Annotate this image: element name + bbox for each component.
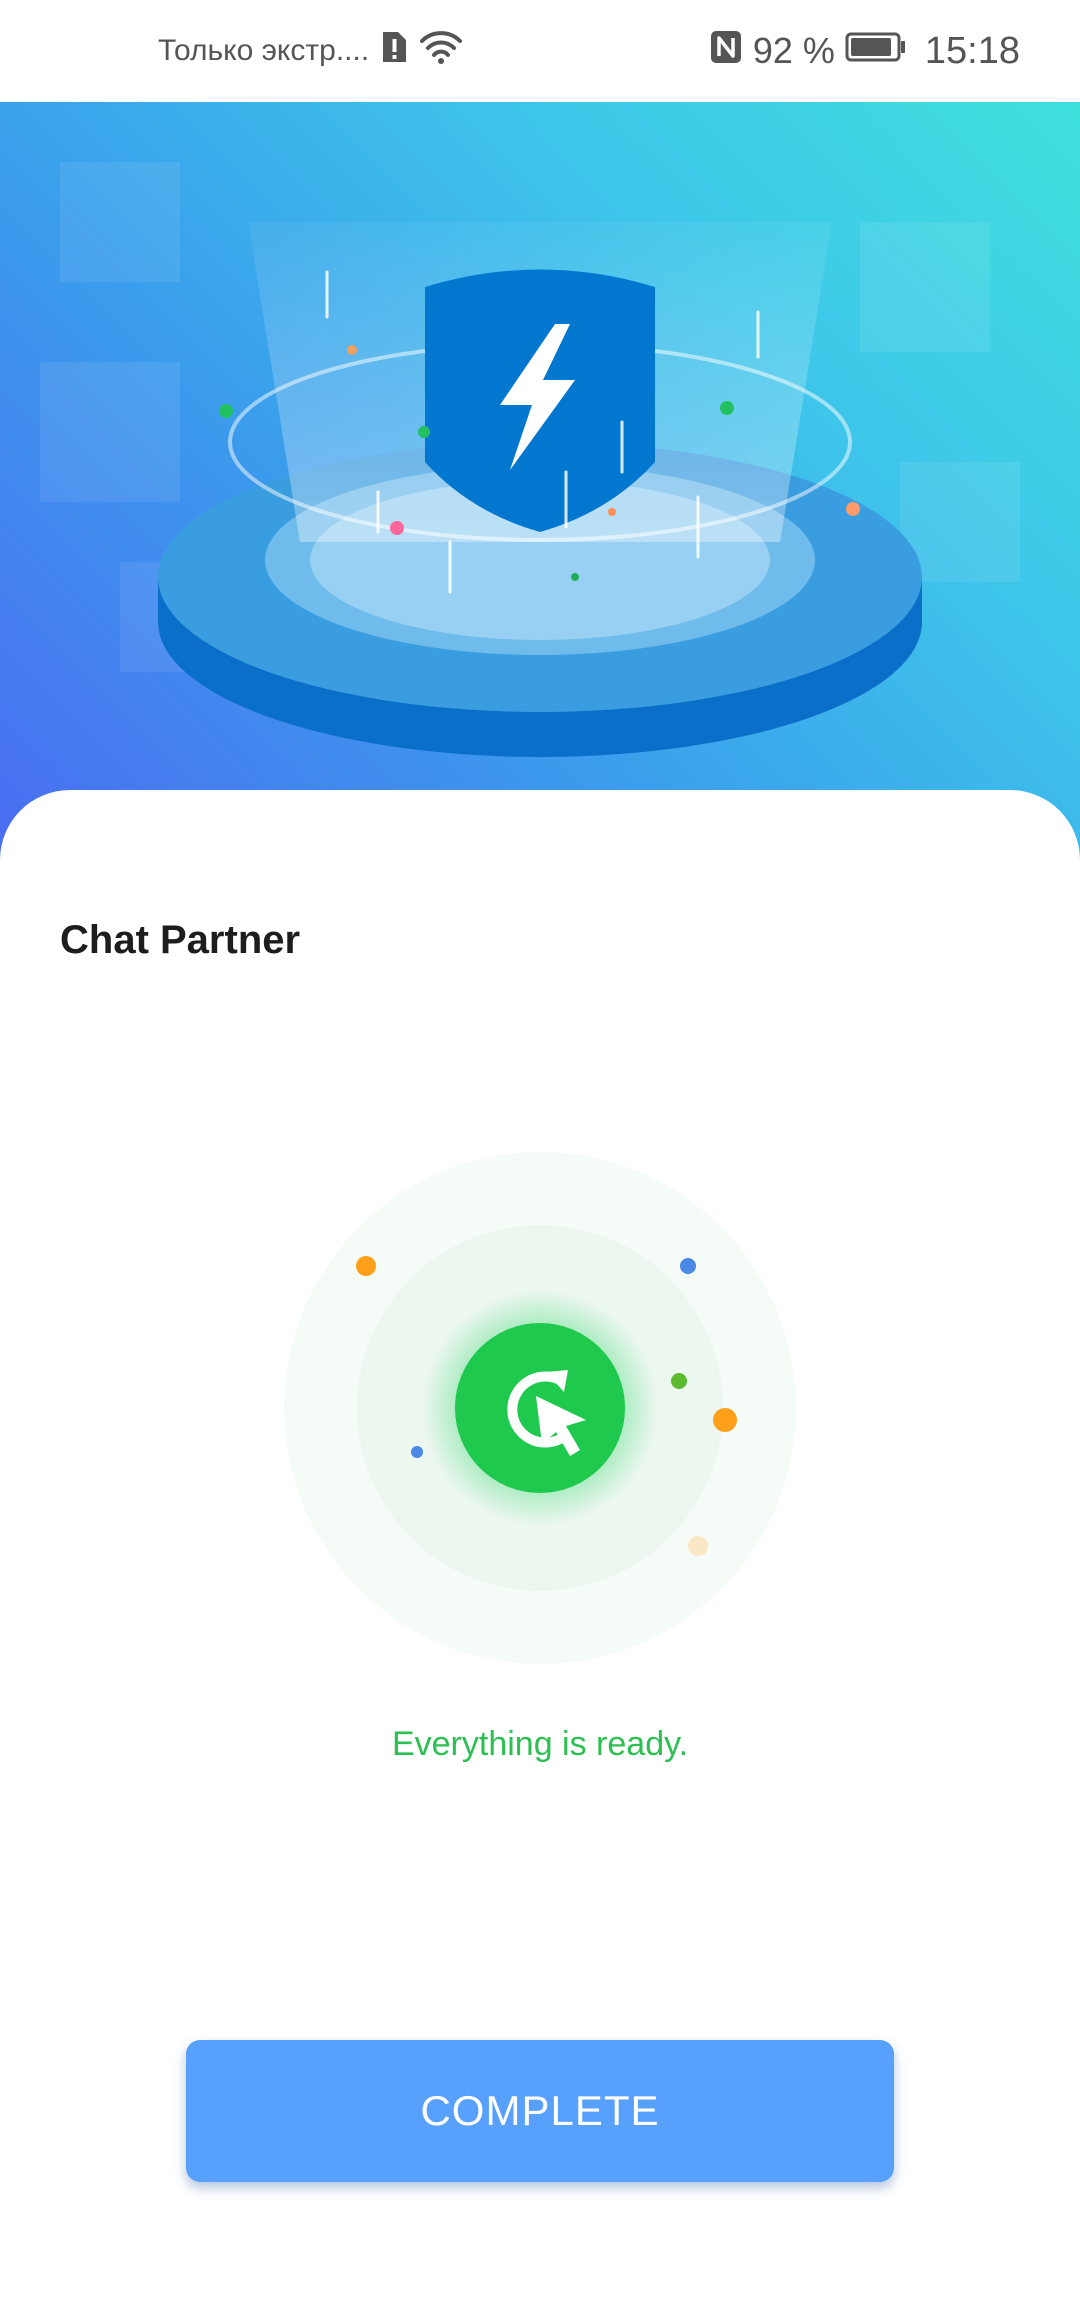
app-title: Chat Partner [60,918,301,962]
battery-percent: 92 % [752,30,835,71]
battery-icon [845,30,907,72]
status-right: 92 % 15:18 [709,0,1020,102]
status-bar: Только экстр.... 92 % 15:18 [0,0,1080,102]
wifi-icon [419,29,463,73]
shield-lightning-icon [425,269,655,532]
content-card: Chat Partner Everything is ready. COMPLE… [0,790,1080,2310]
hero-illustration [40,162,1020,757]
status-left: Только экстр.... [158,0,463,102]
network-label: Только экстр.... [158,34,370,67]
ready-status-text: Everything is ready. [391,1725,689,1763]
complete-button[interactable]: COMPLETE [186,2040,894,2182]
ready-status-graphic [284,1152,796,1664]
sim-alert-icon [379,30,409,72]
battery-level-fill [850,38,891,56]
nfc-icon [709,29,743,74]
hero-banner [0,102,1080,862]
clock: 15:18 [924,29,1020,72]
